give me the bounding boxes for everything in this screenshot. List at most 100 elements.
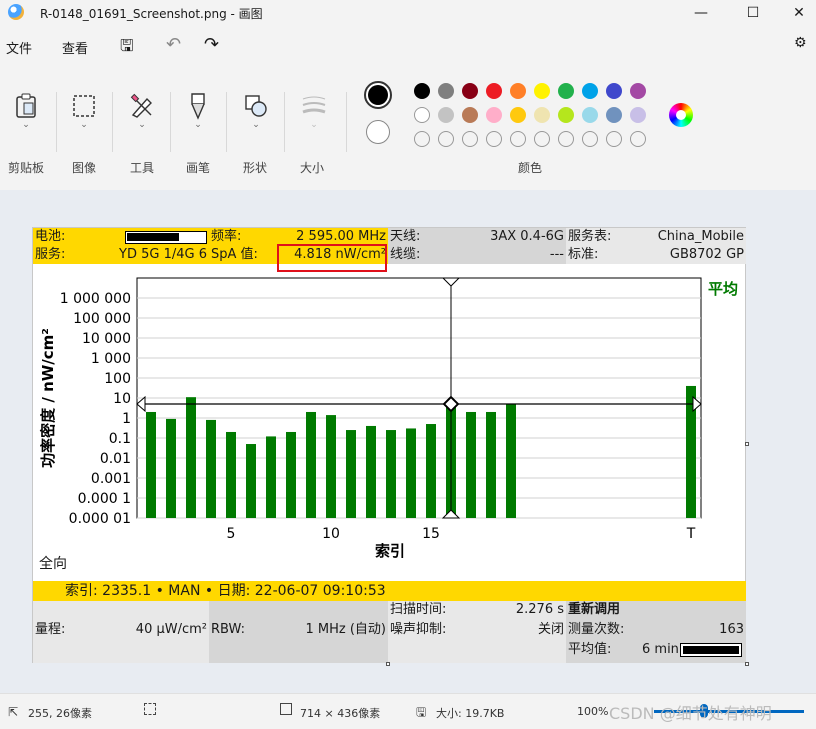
chevron-down-icon[interactable]: ⌄ xyxy=(6,120,46,130)
custom-color-slot[interactable] xyxy=(534,131,550,147)
color-swatch[interactable] xyxy=(582,83,598,99)
resize-handle-right[interactable] xyxy=(745,442,749,446)
y-tick-label: 0.01 xyxy=(100,451,131,467)
data-bar xyxy=(226,431,236,518)
range-label: 量程: xyxy=(35,622,66,637)
color-swatch[interactable] xyxy=(630,107,646,123)
frequency-label: 频率: xyxy=(211,229,242,244)
brushes-group-label: 画笔 xyxy=(186,161,211,175)
close-button[interactable]: ✕ xyxy=(776,0,816,26)
resize-handle-bottom[interactable] xyxy=(386,662,390,666)
cable-value: --- xyxy=(549,247,564,262)
x-axis-label: 索引 xyxy=(375,542,405,560)
custom-color-slot[interactable] xyxy=(558,131,574,147)
color-swatch[interactable] xyxy=(438,107,454,123)
canvas-area[interactable]: 电池: 服务: YD 5G 1/4G 6 频率: 2 595.00 MHz Sp… xyxy=(0,190,816,693)
color-swatch[interactable] xyxy=(510,83,526,99)
color-swatch[interactable] xyxy=(534,83,550,99)
minimize-button[interactable]: — xyxy=(678,0,724,26)
service-value: YD 5G 1/4G 6 xyxy=(119,247,207,262)
brushes-tool[interactable]: ⌄ xyxy=(178,90,218,154)
data-bar xyxy=(506,404,516,518)
service-table-label: 服务表: xyxy=(568,229,612,244)
chevron-down-icon[interactable]: ⌄ xyxy=(64,120,104,130)
size-group-label: 大小 xyxy=(300,161,325,175)
ribbon: ⌄ ⌄ ⌄ ⌄ ⌄ ⌄ 剪贴板 图像 工具 画笔 形状 大小 颜色 xyxy=(0,62,816,190)
undo-icon[interactable]: ↶ xyxy=(166,34,181,55)
x-tick-label: 10 xyxy=(322,526,340,542)
custom-color-slot[interactable] xyxy=(582,131,598,147)
chevron-down-icon: ⌄ xyxy=(310,120,318,130)
menu-file[interactable]: 文件 xyxy=(6,38,32,57)
save-icon[interactable]: 🖫 xyxy=(120,35,134,62)
color-swatch[interactable] xyxy=(558,107,574,123)
image-group-label: 图像 xyxy=(72,161,97,175)
clipboard-tool[interactable]: ⌄ xyxy=(6,90,46,154)
recall-cell: 重新调用 测量次数: 163 平均值: 6 min xyxy=(566,601,746,663)
title-bar: R-0148_01691_Screenshot.png - 画图 — ☐ ✕ xyxy=(0,0,816,26)
y-axis-label: 功率密度 / nW/cm² xyxy=(39,328,57,468)
color-swatch[interactable] xyxy=(606,107,622,123)
custom-color-slot[interactable] xyxy=(438,131,454,147)
tools-tool[interactable]: ⌄ xyxy=(122,90,162,154)
edit-colors-icon[interactable] xyxy=(669,103,693,127)
info-bar: 索引: 2335.1 • MAN • 日期: 22-06-07 09:10:53 xyxy=(33,581,746,601)
selection-icon xyxy=(64,90,104,122)
standard-label: 标准: xyxy=(568,247,599,262)
analyzer-screenshot[interactable]: 电池: 服务: YD 5G 1/4G 6 频率: 2 595.00 MHz Sp… xyxy=(32,227,746,663)
color-swatch[interactable] xyxy=(414,107,430,123)
range-cell: 量程: 40 µW/cm² xyxy=(33,601,209,663)
chevron-down-icon[interactable]: ⌄ xyxy=(178,120,218,130)
account-settings-icon[interactable]: ⚙ xyxy=(794,35,807,51)
colors-group-label: 颜色 xyxy=(518,161,543,175)
maximize-button[interactable]: ☐ xyxy=(730,0,776,26)
color-swatch[interactable] xyxy=(510,107,526,123)
custom-color-slot[interactable] xyxy=(486,131,502,147)
color-swatch[interactable] xyxy=(534,107,550,123)
color-swatch[interactable] xyxy=(462,107,478,123)
color-swatch[interactable] xyxy=(486,83,502,99)
color-swatch[interactable] xyxy=(558,83,574,99)
image-size-icon xyxy=(280,703,292,715)
custom-color-slot[interactable] xyxy=(462,131,478,147)
data-bar xyxy=(366,425,376,518)
primary-color-swatch[interactable] xyxy=(364,81,392,109)
file-size-icon: 🖫 xyxy=(416,705,427,719)
sweep-label: 扫描时间: xyxy=(390,602,447,617)
resize-handle-corner[interactable] xyxy=(745,662,749,666)
color-swatch[interactable] xyxy=(486,107,502,123)
x-tick-label: T xyxy=(686,526,696,542)
sweep-value: 2.276 s xyxy=(515,602,564,617)
redo-icon[interactable]: ↷ xyxy=(204,34,219,55)
range-value: 40 µW/cm² xyxy=(135,622,207,637)
shapes-group-label: 形状 xyxy=(243,161,268,175)
chevron-down-icon[interactable]: ⌄ xyxy=(236,120,276,130)
custom-color-slot[interactable] xyxy=(510,131,526,147)
color-swatch[interactable] xyxy=(438,83,454,99)
image-tool[interactable]: ⌄ xyxy=(64,90,104,154)
data-bar xyxy=(426,424,436,518)
chevron-down-icon[interactable]: ⌄ xyxy=(122,120,162,130)
color-swatch[interactable] xyxy=(582,107,598,123)
shapes-tool[interactable]: ⌄ xyxy=(236,90,276,154)
custom-color-slot[interactable] xyxy=(606,131,622,147)
data-bar xyxy=(246,444,256,518)
rbw-value: 1 MHz (自动) xyxy=(305,622,387,637)
avg-label: 平均值: xyxy=(568,642,612,657)
omni-label: 全向 xyxy=(39,556,67,572)
noise-label: 噪声抑制: xyxy=(390,622,447,637)
menu-view[interactable]: 查看 xyxy=(62,38,88,57)
data-bar xyxy=(146,411,156,518)
color-swatch[interactable] xyxy=(630,83,646,99)
y-tick-label: 0.1 xyxy=(109,431,131,447)
color-swatch[interactable] xyxy=(462,83,478,99)
watermark: CSDN @细节处有神明 xyxy=(609,704,772,723)
custom-color-slot[interactable] xyxy=(630,131,646,147)
data-bar xyxy=(386,430,396,518)
size-tool[interactable]: ⌄ xyxy=(294,90,334,154)
color-swatch[interactable] xyxy=(414,83,430,99)
custom-color-slot[interactable] xyxy=(414,131,430,147)
zoom-level: 100% xyxy=(577,705,609,718)
secondary-color-swatch[interactable] xyxy=(366,120,390,144)
color-swatch[interactable] xyxy=(606,83,622,99)
